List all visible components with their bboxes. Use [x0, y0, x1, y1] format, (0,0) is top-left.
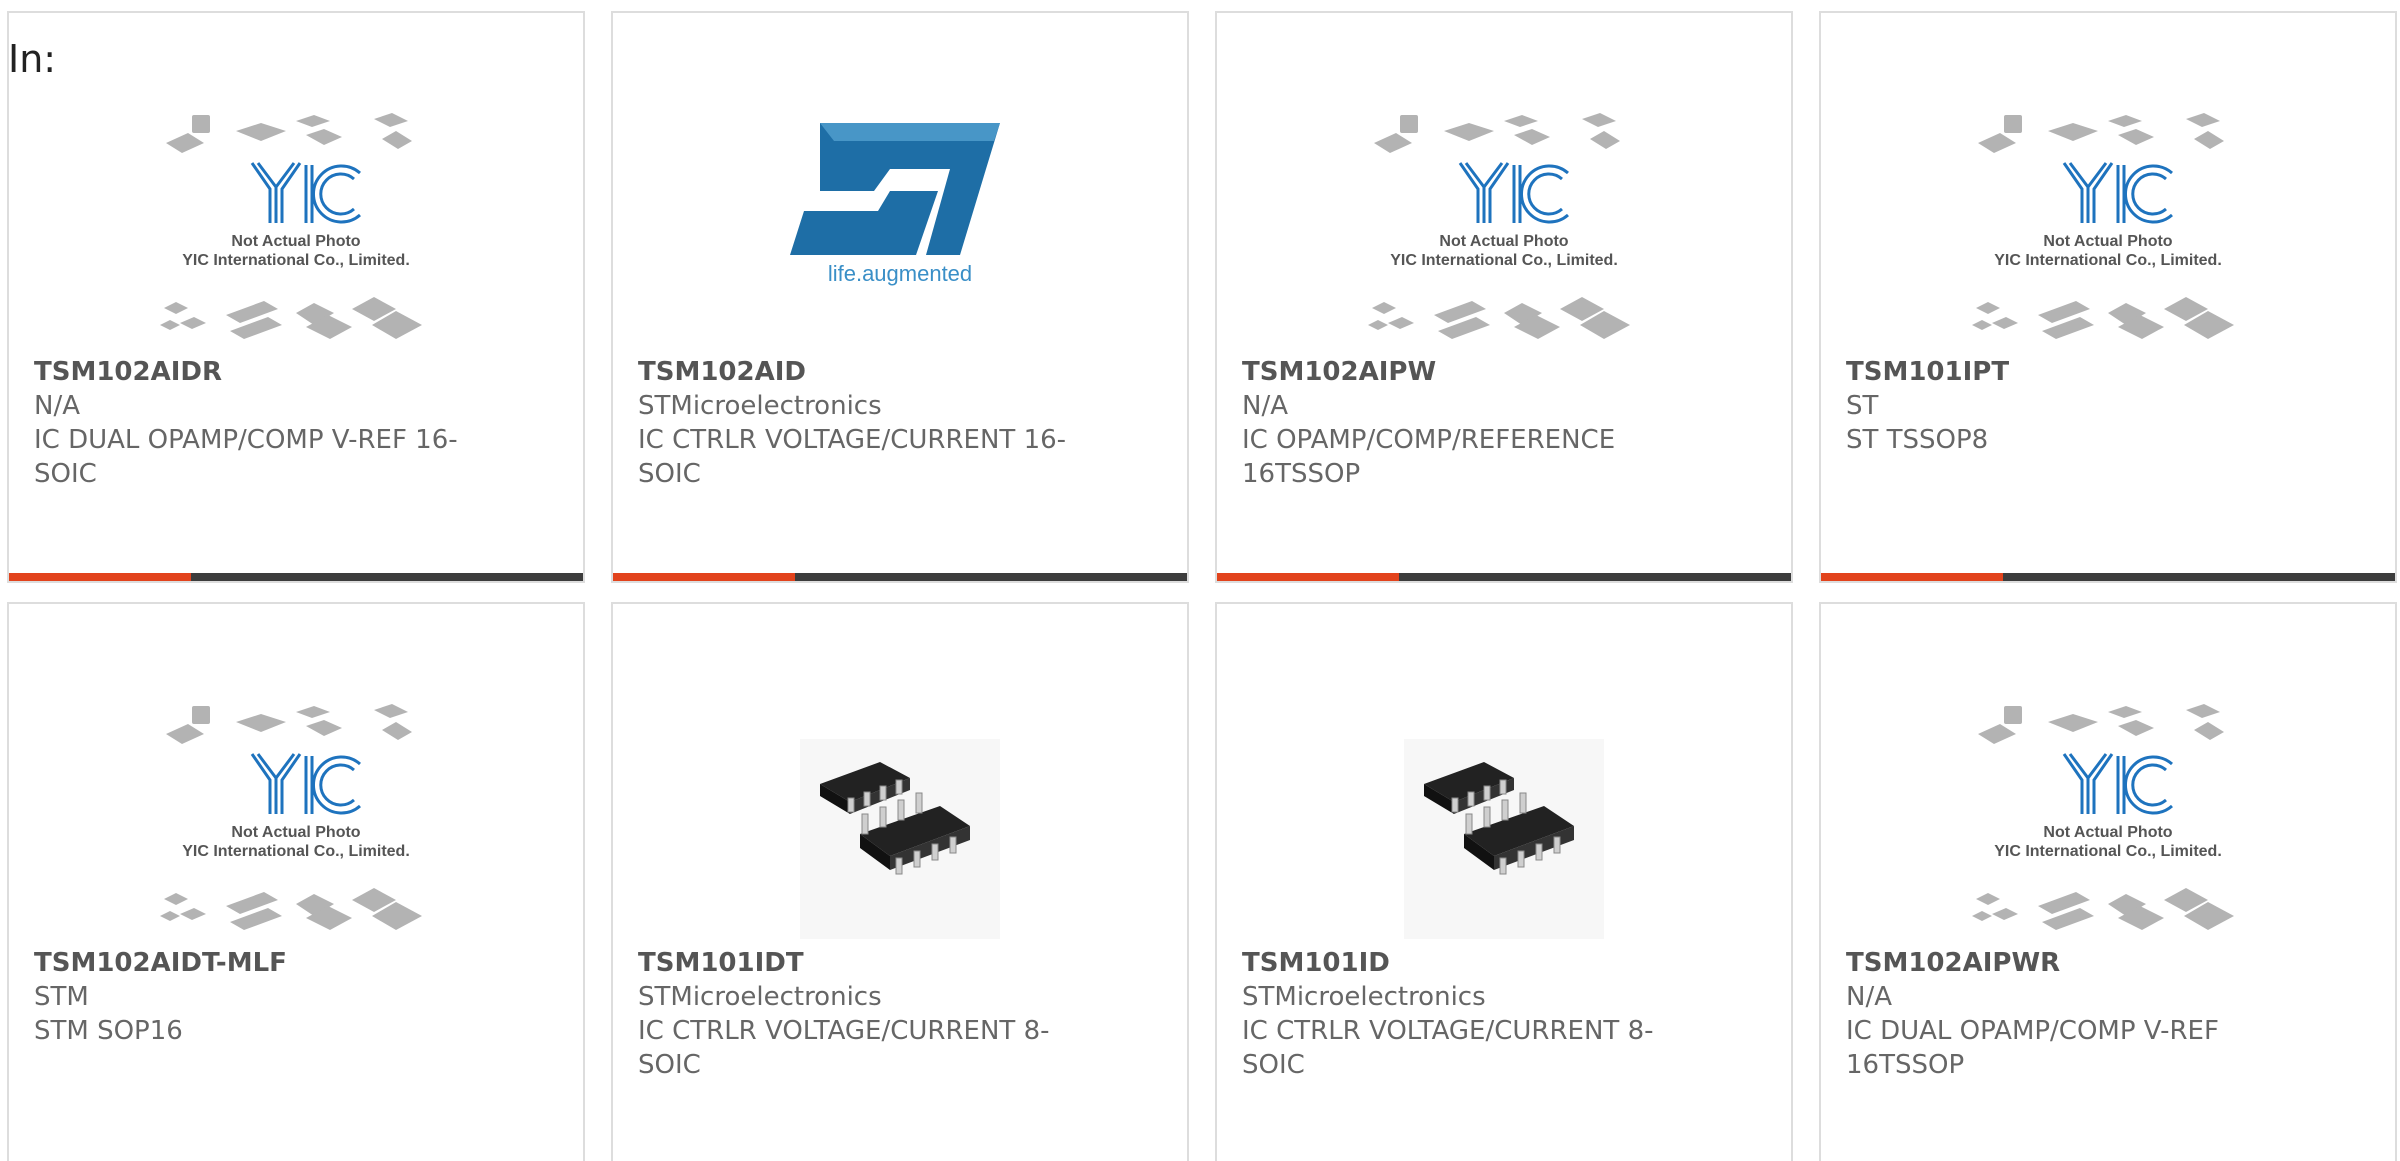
part-number[interactable]: TSM101ID	[1242, 946, 1682, 980]
product-card[interactable]: Not Actual Photo YIC International Co., L…	[1819, 602, 2397, 1161]
soic-chip-icon	[800, 739, 1000, 939]
part-number[interactable]: TSM102AIDT-MLF	[34, 946, 474, 980]
description: IC CTRLR VOLTAGE/CURRENT 8-SOIC	[1242, 1016, 1654, 1080]
product-card[interactable]: Not Actual Photo YIC International Co., L…	[7, 11, 585, 583]
card-accent	[9, 573, 191, 581]
product-image[interactable]: Not Actual Photo YIC International Co., L…	[146, 694, 446, 949]
image-caption: YIC International Co., Limited.	[182, 252, 410, 269]
image-caption: Not Actual Photo	[2043, 233, 2172, 250]
part-number[interactable]: TSM102AIPWR	[1846, 946, 2286, 980]
description: STM SOP16	[34, 1016, 183, 1046]
soic-chip-icon	[1404, 739, 1604, 939]
image-caption: YIC International Co., Limited.	[182, 843, 410, 860]
card-accent	[1217, 573, 1399, 581]
chip-icons-top	[166, 113, 412, 153]
yic-logo	[250, 162, 361, 224]
manufacturer: N/A	[1846, 982, 1892, 1012]
image-caption: YIC International Co., Limited.	[1390, 252, 1618, 269]
image-caption: Not Actual Photo	[2043, 824, 2172, 841]
manufacturer: STMicroelectronics	[638, 391, 882, 421]
description: IC OPAMP/COMP/REFERENCE 16TSSOP	[1242, 425, 1616, 489]
card-bottom-bar	[1821, 573, 2395, 581]
chip-icons-bottom	[1972, 297, 2234, 339]
product-grid-page: In: Not Actual Photo YIC International Co…	[0, 0, 2400, 1161]
description: IC DUAL OPAMP/COMP V-REF 16TSSOP	[1846, 1016, 2219, 1080]
description: ST TSSOP8	[1846, 425, 1989, 455]
manufacturer: ST	[1846, 391, 1879, 421]
yic-logo	[2062, 162, 2173, 224]
image-caption: Not Actual Photo	[231, 233, 360, 250]
product-card[interactable]: Not Actual Photo YIC International Co., L…	[1215, 11, 1793, 583]
product-card[interactable]: TSM101IDT STMicroelectronics IC CTRLR VO…	[611, 602, 1189, 1161]
part-number[interactable]: TSM102AID	[638, 355, 1078, 389]
product-image[interactable]: Not Actual Photo YIC International Co., L…	[1958, 103, 2258, 358]
card-bottom-bar	[1217, 573, 1791, 581]
image-caption: YIC International Co., Limited.	[1994, 843, 2222, 860]
product-image[interactable]	[1354, 694, 1654, 949]
image-caption: Not Actual Photo	[231, 824, 360, 841]
description: IC CTRLR VOLTAGE/CURRENT 8-SOIC	[638, 1016, 1050, 1080]
part-number[interactable]: TSM101IDT	[638, 946, 1078, 980]
product-image[interactable]: Not Actual Photo YIC International Co., L…	[1354, 103, 1654, 358]
product-image[interactable]: Not Actual Photo YIC International Co., L…	[146, 103, 446, 358]
product-image[interactable]: Not Actual Photo YIC International Co., L…	[1958, 694, 2258, 949]
card-accent	[1821, 573, 2003, 581]
product-image[interactable]: life.augmented	[750, 103, 1050, 358]
manufacturer: N/A	[1242, 391, 1288, 421]
manufacturer: STMicroelectronics	[1242, 982, 1486, 1012]
image-caption: Not Actual Photo	[1439, 233, 1568, 250]
yic-logo	[2062, 753, 2173, 815]
part-number[interactable]: TSM101IPT	[1846, 355, 2286, 389]
card-bottom-bar	[9, 573, 583, 581]
chip-icons-bottom	[160, 297, 422, 339]
yic-logo	[1458, 162, 1569, 224]
product-image[interactable]	[750, 694, 1050, 949]
product-card[interactable]: Not Actual Photo YIC International Co., L…	[1819, 11, 2397, 583]
filter-label: In:	[8, 37, 57, 81]
description: IC CTRLR VOLTAGE/CURRENT 16-SOIC	[638, 425, 1067, 489]
chip-icons-bottom	[1972, 888, 2234, 930]
st-logo	[790, 123, 1000, 255]
chip-icons-bottom	[1368, 297, 1630, 339]
part-number[interactable]: TSM102AIPW	[1242, 355, 1682, 389]
card-accent	[613, 573, 795, 581]
product-card[interactable]: TSM101ID STMicroelectronics IC CTRLR VOL…	[1215, 602, 1793, 1161]
image-caption: YIC International Co., Limited.	[1994, 252, 2222, 269]
chip-icons-top	[166, 704, 412, 744]
description: IC DUAL OPAMP/COMP V-REF 16-SOIC	[34, 425, 458, 489]
product-card[interactable]: life.augmented TSM102AID STMicroelectron…	[611, 11, 1189, 583]
chip-icons-top	[1978, 704, 2224, 744]
product-card[interactable]: Not Actual Photo YIC International Co., L…	[7, 602, 585, 1161]
yic-logo	[250, 753, 361, 815]
manufacturer: N/A	[34, 391, 80, 421]
image-caption: life.augmented	[828, 261, 972, 286]
card-bottom-bar	[613, 573, 1187, 581]
chip-icons-top	[1978, 113, 2224, 153]
part-number[interactable]: TSM102AIDR	[34, 355, 474, 389]
chip-icons-top	[1374, 113, 1620, 153]
manufacturer: STM	[34, 982, 89, 1012]
chip-icons-bottom	[160, 888, 422, 930]
manufacturer: STMicroelectronics	[638, 982, 882, 1012]
